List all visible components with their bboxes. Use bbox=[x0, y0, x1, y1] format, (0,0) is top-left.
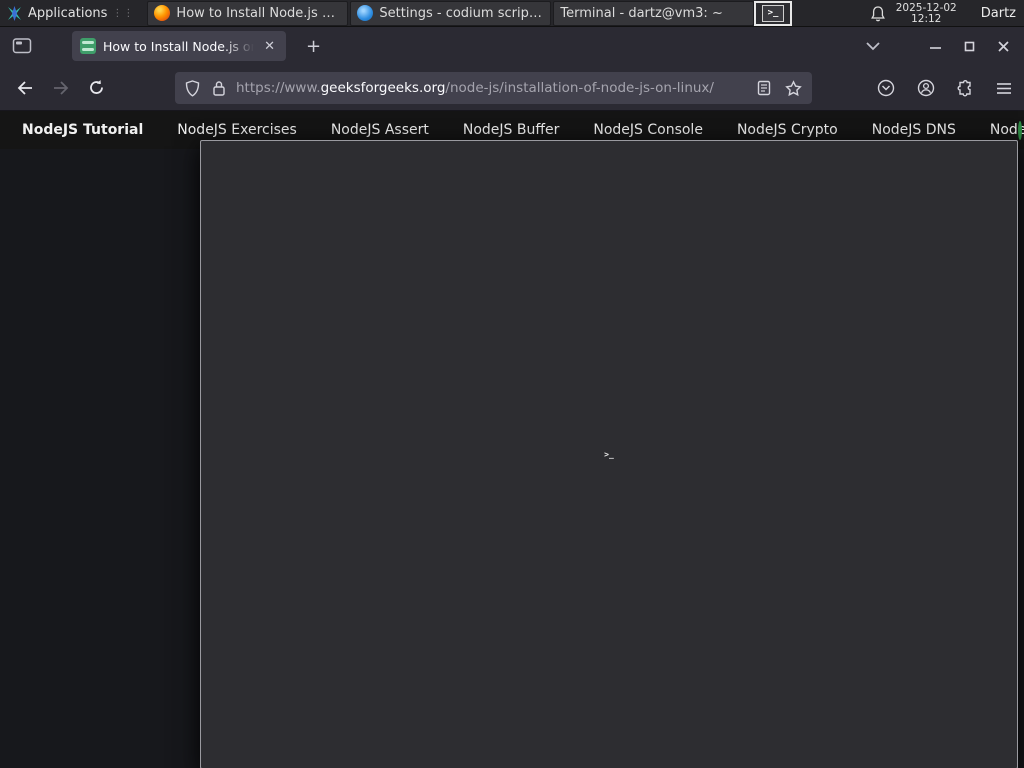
back-icon[interactable] bbox=[16, 80, 34, 96]
lock-icon[interactable] bbox=[212, 80, 226, 97]
browser-close-icon[interactable] bbox=[997, 40, 1010, 53]
clock-date: 2025-12-02 bbox=[895, 1, 957, 14]
list-all-tabs-chevron-icon[interactable] bbox=[865, 41, 881, 51]
url-bar[interactable]: https://www.geeksforgeeks.org/node-js/in… bbox=[175, 72, 812, 104]
shield-icon[interactable] bbox=[185, 79, 200, 97]
account-icon[interactable] bbox=[917, 79, 935, 97]
site-nav-nodejs-tutorial[interactable]: NodeJS Tutorial bbox=[22, 122, 143, 138]
browser-maximize-icon[interactable] bbox=[964, 41, 975, 52]
reader-mode-icon[interactable] bbox=[757, 80, 771, 96]
site-nav-nodejs-exercises[interactable]: NodeJS Exercises bbox=[177, 122, 297, 138]
clock-time: 12:12 bbox=[911, 12, 942, 25]
codium-icon bbox=[357, 5, 374, 21]
taskbar-window-title: Settings - codium script... bbox=[379, 5, 545, 21]
tab-title: How to Install Node.js on bbox=[103, 38, 255, 54]
new-tab-button[interactable]: + bbox=[300, 36, 327, 57]
desktop-panel: Applications ⋮⋮ How to Install Node.js o… bbox=[0, 0, 1024, 768]
taskbar-window-title: Terminal - dartz@vm3: ~ bbox=[560, 5, 723, 21]
taskbar-window-title: How to Install Node.js o... bbox=[176, 5, 342, 21]
extensions-icon[interactable] bbox=[957, 79, 974, 97]
bookmark-star-icon[interactable] bbox=[785, 79, 802, 97]
site-nav-nodejs-dns[interactable]: NodeJS DNS bbox=[872, 122, 956, 138]
firefox-icon bbox=[154, 5, 171, 21]
firefox-tab-bar: How to Install Node.js on ✕ + bbox=[0, 27, 1024, 65]
tab-close-icon[interactable]: ✕ bbox=[261, 38, 278, 55]
site-nav-links: NodeJS Tutorial NodeJS Exercises NodeJS As… bbox=[22, 122, 1024, 138]
site-nav-nodejs-crypto[interactable]: NodeJS Crypto bbox=[737, 122, 838, 138]
menu-hamburger-icon[interactable] bbox=[996, 82, 1012, 95]
site-nav-nodejs-console[interactable]: NodeJS Console bbox=[593, 122, 703, 138]
firefox-toolbar: https://www.geeksforgeeks.org/node-js/in… bbox=[0, 65, 1024, 111]
browser-tab-active[interactable]: How to Install Node.js on ✕ bbox=[72, 31, 286, 61]
panel-clock[interactable]: 2025-12-02 12:12 bbox=[895, 1, 957, 25]
applications-icon bbox=[8, 5, 21, 21]
taskbar: How to Install Node.js o... Settings - co… bbox=[146, 0, 1018, 768]
panel-handle: ⋮⋮ bbox=[112, 7, 135, 19]
firefox-view-icon[interactable] bbox=[12, 37, 32, 55]
terminal-launcher-button[interactable]: >_ bbox=[754, 1, 792, 26]
applications-label: Applications bbox=[28, 5, 108, 21]
notification-bell-icon[interactable] bbox=[870, 5, 886, 23]
pocket-icon[interactable] bbox=[877, 79, 895, 97]
taskbar-window-firefox[interactable]: How to Install Node.js o... bbox=[147, 0, 349, 26]
taskbar-window-terminal[interactable]: >_ Terminal - dartz@vm3: ~ bbox=[200, 0, 1018, 768]
panel-tray: 2025-12-02 12:12 Dartz bbox=[870, 0, 1024, 27]
geeksforgeeks-favicon bbox=[80, 38, 96, 54]
forward-icon[interactable] bbox=[52, 80, 70, 96]
browser-minimize-icon[interactable] bbox=[929, 40, 942, 53]
site-nav-nodejs-assert[interactable]: NodeJS Assert bbox=[331, 122, 429, 138]
applications-menu-button[interactable]: Applications ⋮⋮ bbox=[0, 0, 146, 27]
reload-icon[interactable] bbox=[88, 79, 105, 96]
user-menu[interactable]: Dartz bbox=[981, 6, 1016, 21]
taskbar-window-codium[interactable]: Settings - codium script... bbox=[350, 0, 552, 26]
terminal-icon: >_ bbox=[762, 5, 784, 22]
site-nav-nodejs-buffer[interactable]: NodeJS Buffer bbox=[463, 122, 560, 138]
url-text: https://www.geeksforgeeks.org/node-js/in… bbox=[236, 80, 714, 96]
